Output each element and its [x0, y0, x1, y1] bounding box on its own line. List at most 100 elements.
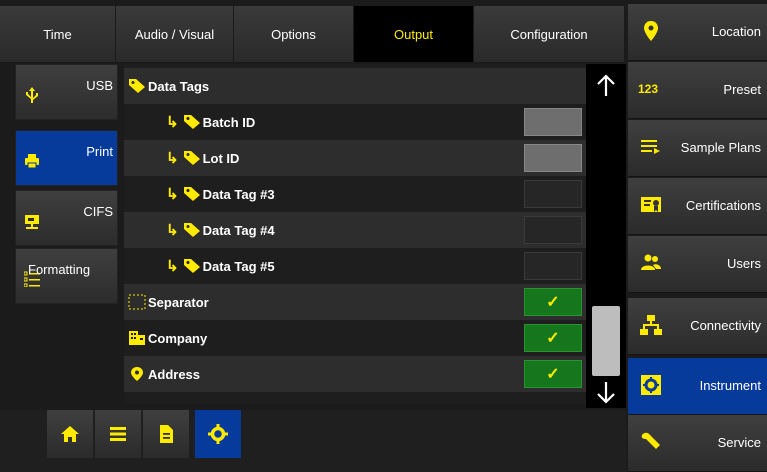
list-item-label: Data Tag #5: [202, 258, 275, 274]
tab-options[interactable]: Options: [234, 6, 354, 62]
list-header-data-tags[interactable]: Data Tags: [124, 68, 586, 104]
preset-123-icon: 123: [638, 82, 659, 96]
sub-arrow-icon: ↳: [166, 150, 179, 167]
subnav-label: Print: [86, 144, 113, 159]
subnav-usb[interactable]: USB: [15, 64, 118, 120]
subnav-label: USB: [86, 78, 113, 93]
subnav-cifs[interactable]: CIFS: [15, 190, 118, 246]
network-icon: [640, 315, 662, 335]
subnav-label: Formatting: [28, 262, 91, 277]
rightnav-service[interactable]: Service: [628, 415, 767, 472]
gear-icon: [208, 424, 228, 444]
subnav-formatting[interactable]: Formatting: [15, 248, 118, 304]
tag-icon: [183, 115, 200, 129]
sub-arrow-icon: ↳: [166, 186, 179, 203]
list-icon: [110, 427, 126, 441]
location-pin-icon: [644, 21, 658, 41]
rightnav-label: Preset: [723, 82, 761, 97]
tab-label: Configuration: [510, 26, 588, 42]
check-icon: ✓: [546, 366, 560, 383]
settings-button[interactable]: [195, 410, 241, 458]
list-item[interactable]: Company ✓: [124, 320, 586, 356]
rightnav-label: Sample Plans: [680, 140, 761, 155]
sample-plans-icon: [641, 140, 660, 154]
wrench-icon: [641, 432, 660, 449]
tab-label: Time: [43, 26, 72, 42]
tag-icon: [183, 151, 200, 165]
sub-arrow-icon: ↳: [166, 114, 179, 131]
check-icon: ✓: [546, 330, 560, 347]
rightnav-certifications[interactable]: Certifications: [628, 178, 767, 235]
subnav-print[interactable]: Print: [15, 130, 118, 186]
document-icon: [160, 425, 173, 443]
company-building-icon: [129, 331, 145, 345]
tab-label: Options: [271, 26, 316, 42]
list-item[interactable]: ↳ Data Tag #5: [124, 248, 586, 284]
usb-icon: [26, 87, 38, 103]
list-item-label: Data Tag #4: [202, 222, 275, 238]
certificate-icon: [641, 197, 661, 212]
checkbox[interactable]: [524, 144, 582, 172]
tab-label: Output: [393, 26, 434, 42]
list-item[interactable]: Address ✓: [124, 356, 586, 392]
network-drive-icon: [25, 215, 39, 229]
rightnav-sample-plans[interactable]: Sample Plans: [628, 120, 767, 177]
rightnav-connectivity[interactable]: Connectivity: [628, 298, 767, 355]
rightnav-label: Service: [717, 435, 761, 450]
instrument-gear-icon: [641, 375, 661, 395]
list-item[interactable]: ↳ Lot ID: [124, 140, 586, 176]
list-item[interactable]: ↳ Data Tag #3: [124, 176, 586, 212]
printer-icon: [25, 154, 39, 169]
tab-time[interactable]: Time: [0, 6, 116, 62]
users-icon: [641, 254, 661, 270]
list-item-label: Lot ID: [202, 150, 240, 166]
rightnav-users[interactable]: Users: [628, 236, 767, 293]
rightnav-instrument[interactable]: Instrument: [628, 358, 767, 415]
rightnav-location[interactable]: Location: [628, 4, 767, 61]
home-icon: [61, 426, 79, 442]
separator-icon: [128, 294, 146, 310]
rightnav-label: Certifications: [685, 198, 761, 213]
check-icon: ✓: [546, 294, 560, 311]
tag-icon: [183, 259, 200, 273]
sub-arrow-icon: ↳: [166, 258, 179, 275]
checkbox[interactable]: [524, 180, 582, 208]
scroll-up-icon[interactable]: [596, 74, 616, 98]
checkbox[interactable]: ✓: [524, 324, 582, 352]
tab-audio-visual[interactable]: Audio / Visual: [116, 6, 234, 62]
list-item-label: Separator: [148, 294, 209, 310]
tag-icon: [183, 223, 200, 237]
list-button[interactable]: [95, 410, 141, 458]
list-header-label: Data Tags: [148, 78, 210, 94]
rightnav-label: Location: [711, 24, 761, 39]
home-button[interactable]: [47, 410, 93, 458]
rightnav-preset[interactable]: 123 Preset: [628, 62, 767, 119]
list-item-label: Data Tag #3: [202, 186, 275, 202]
tab-label: Audio / Visual: [134, 26, 215, 42]
checkbox[interactable]: [524, 108, 582, 136]
location-pin-icon: [131, 367, 143, 381]
document-button[interactable]: [143, 410, 189, 458]
tag-icon: [183, 187, 200, 201]
tab-configuration[interactable]: Configuration: [474, 6, 625, 62]
checkbox[interactable]: [524, 216, 582, 244]
list-item-label: Batch ID: [202, 114, 256, 130]
list-item-label: Company: [148, 330, 208, 346]
tab-output[interactable]: Output: [354, 6, 474, 62]
sub-arrow-icon: ↳: [166, 222, 179, 239]
scroll-down-icon[interactable]: [596, 380, 616, 404]
rightnav-label: Connectivity: [690, 318, 761, 333]
list-item[interactable]: ↳ Batch ID: [124, 104, 586, 140]
list-item[interactable]: ↳ Data Tag #4: [124, 212, 586, 248]
subnav-label: CIFS: [83, 204, 113, 219]
list-item-label: Address: [148, 366, 201, 382]
bottom-bar: [0, 410, 626, 472]
list-item[interactable]: Separator ✓: [124, 284, 586, 320]
tag-icon: [129, 79, 145, 93]
scrollbar-thumb[interactable]: [592, 306, 620, 376]
rightnav-label: Instrument: [699, 378, 761, 393]
scrollbar-track[interactable]: [586, 64, 626, 408]
checkbox[interactable]: ✓: [524, 288, 582, 316]
checkbox[interactable]: ✓: [524, 360, 582, 388]
checkbox[interactable]: [524, 252, 582, 280]
